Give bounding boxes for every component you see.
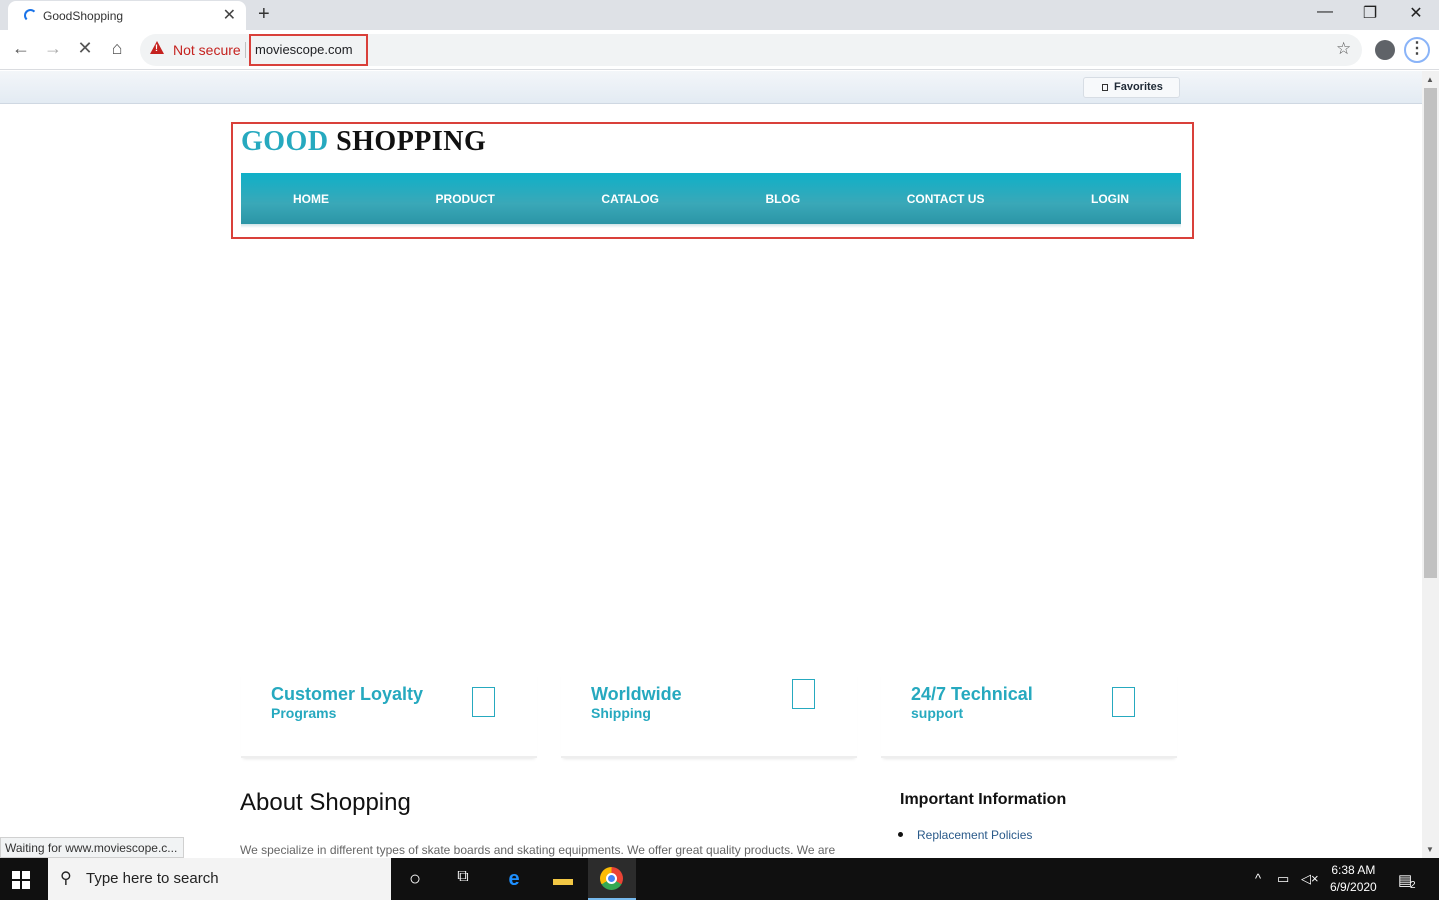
logo-shopping: SHOPPING <box>336 126 487 157</box>
scroll-up-icon[interactable]: ▲ <box>1426 75 1434 84</box>
main-nav: HOME PRODUCT CATALOG BLOG CONTACT US LOG… <box>241 173 1181 224</box>
nav-product[interactable]: PRODUCT <box>436 192 495 206</box>
logo-good: GOOD <box>241 126 329 157</box>
back-icon[interactable]: ← <box>9 38 33 59</box>
list-bullet <box>898 832 903 837</box>
tab-close-icon[interactable]: ✕ <box>223 5 236 25</box>
file-explorer-icon[interactable]: ▬ <box>549 868 577 891</box>
feature-subtitle: support <box>911 705 964 721</box>
taskbar-search[interactable]: ⚲ Type here to search <box>48 858 391 900</box>
scroll-down-icon[interactable]: ▼ <box>1426 845 1434 854</box>
cortana-icon[interactable]: ○ <box>401 868 429 891</box>
feature-title: Worldwide <box>591 684 682 704</box>
nav-home[interactable]: HOME <box>293 192 329 206</box>
loading-spinner-icon <box>24 9 37 22</box>
nav-catalog[interactable]: CATALOG <box>601 192 659 206</box>
feature-worldwide-shipping: Worldwide Shipping <box>561 672 857 758</box>
bookmark-star-icon[interactable]: ☆ <box>1336 39 1351 59</box>
favorites-icon <box>1102 84 1108 91</box>
search-icon: ⚲ <box>60 870 72 887</box>
new-tab-button[interactable]: + <box>258 3 270 26</box>
clock-date: 6/9/2020 <box>1330 880 1377 894</box>
tray-chevron-icon[interactable]: ^ <box>1255 871 1261 886</box>
shipping-icon <box>792 679 815 709</box>
forward-icon[interactable]: → <box>41 38 65 59</box>
chrome-icon <box>600 867 623 890</box>
edge-icon[interactable]: e <box>500 868 528 891</box>
scroll-thumb[interactable] <box>1424 88 1437 578</box>
stop-icon[interactable]: ✕ <box>73 38 97 59</box>
about-text: We specialize in different types of skat… <box>240 843 836 857</box>
browser-menu-icon[interactable]: ⋮ <box>1404 37 1430 63</box>
profile-avatar-icon[interactable] <box>1375 40 1395 60</box>
windows-taskbar: ⚲ Type here to search ○ ⧉ e ▬ ^ ▭ ◁× 6:3… <box>0 858 1439 900</box>
status-bubble: Waiting for www.moviescope.c... <box>0 837 184 858</box>
nav-login[interactable]: LOGIN <box>1091 192 1129 206</box>
volume-muted-icon[interactable]: ◁× <box>1301 871 1319 887</box>
url-text[interactable]: moviescope.com <box>255 42 353 57</box>
support-icon <box>1112 687 1135 717</box>
task-view-icon[interactable]: ⧉ <box>449 868 477 886</box>
feature-subtitle: Programs <box>271 705 337 721</box>
window-close-button[interactable]: ✕ <box>1401 3 1431 23</box>
feature-customer-loyalty: Customer Loyalty Programs <box>241 672 537 758</box>
network-icon[interactable]: ▭ <box>1277 871 1289 887</box>
browser-toolbar: ← → ✕ ⌂ ! Not secure moviescope.com ☆ <box>0 30 1439 70</box>
page-scrollbar[interactable]: ▲ ▼ <box>1422 71 1439 858</box>
nav-contact-us[interactable]: CONTACT US <box>907 192 985 206</box>
divider <box>245 42 246 58</box>
feature-title: Customer Loyalty <box>271 684 424 704</box>
nav-shadow <box>241 224 1181 228</box>
security-indicator[interactable]: Not secure <box>173 42 241 58</box>
nav-blog[interactable]: BLOG <box>765 192 800 206</box>
favorites-bar: Favorites <box>0 71 1422 104</box>
system-clock[interactable]: 6:38 AM 6/9/2020 <box>1330 862 1377 896</box>
browser-tab[interactable]: GoodShopping ✕ <box>8 1 246 30</box>
minimize-button[interactable]: — <box>1310 3 1340 21</box>
info-heading: Important Information <box>900 791 1067 808</box>
favorites-button[interactable]: Favorites <box>1083 77 1180 98</box>
loyalty-icon <box>472 687 495 717</box>
address-bar[interactable]: ! Not secure moviescope.com ☆ <box>140 34 1362 66</box>
feature-title: 24/7 Technical <box>911 684 1033 704</box>
favorites-label: Favorites <box>1114 81 1163 93</box>
browser-tab-strip: GoodShopping ✕ + — ❐ ✕ <box>0 0 1439 30</box>
about-heading: About Shopping <box>240 789 411 816</box>
site-logo[interactable]: GOOD SHOPPING <box>241 126 486 158</box>
clock-time: 6:38 AM <box>1331 863 1376 877</box>
feature-technical-support: 24/7 Technical support <box>881 672 1177 758</box>
windows-start-icon[interactable] <box>12 871 30 889</box>
tab-title: GoodShopping <box>43 9 124 23</box>
warning-exclamation-icon: ! <box>155 43 158 53</box>
replacement-policies-link[interactable]: Replacement Policies <box>917 828 1032 842</box>
feature-subtitle: Shipping <box>591 705 651 721</box>
home-icon[interactable]: ⌂ <box>105 38 129 59</box>
search-placeholder: Type here to search <box>86 870 219 887</box>
notification-count: 2 <box>1410 880 1416 891</box>
maximize-button[interactable]: ❐ <box>1355 3 1385 23</box>
